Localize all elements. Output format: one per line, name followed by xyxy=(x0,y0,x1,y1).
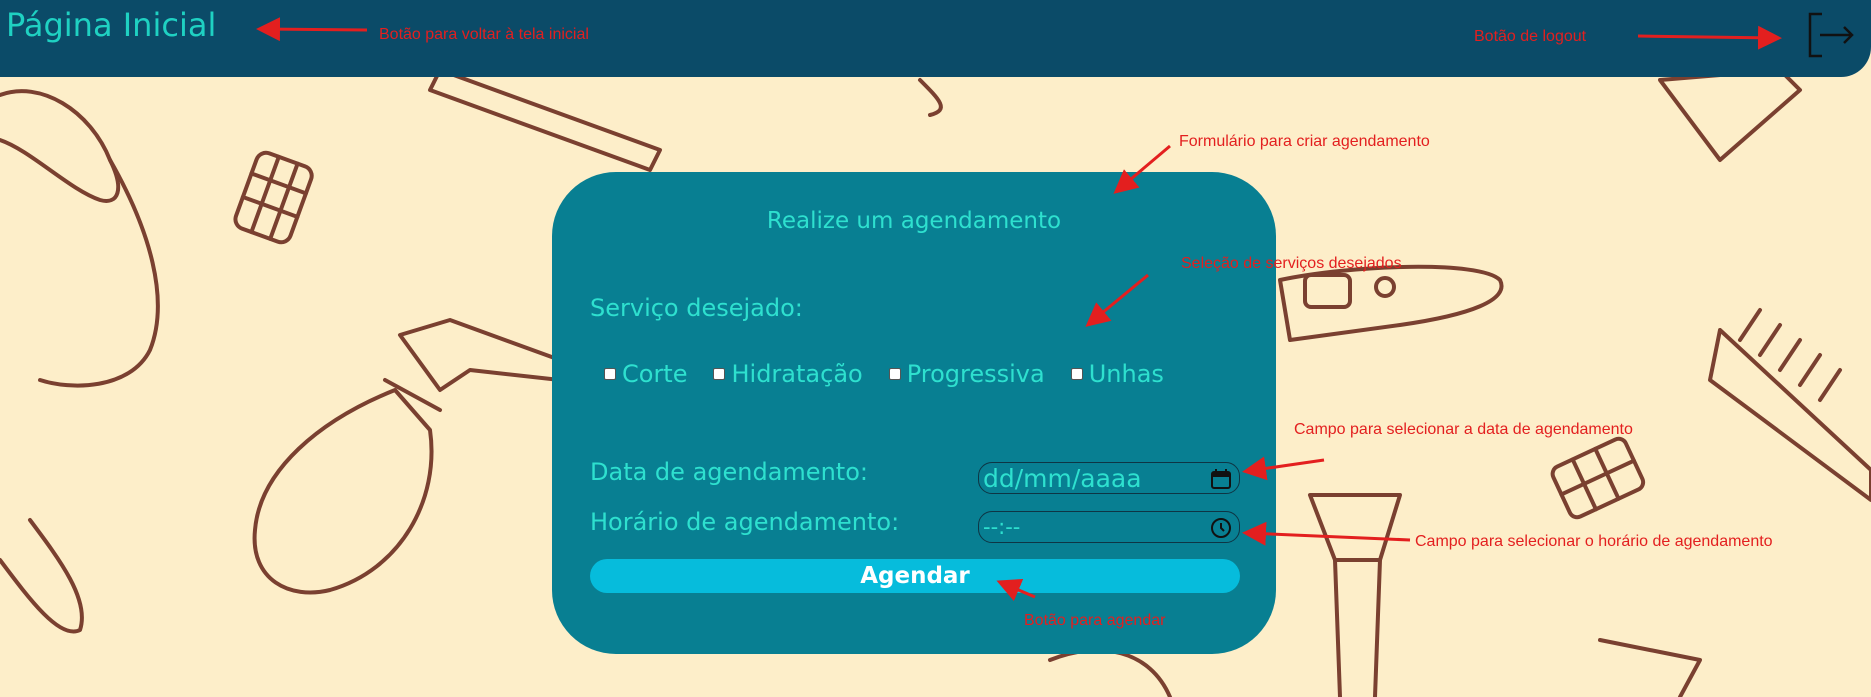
date-label: Data de agendamento: xyxy=(590,458,868,486)
appointment-form: Realize um agendamento Serviço desejado:… xyxy=(552,172,1276,654)
clock-icon[interactable] xyxy=(1209,516,1233,540)
checkbox[interactable] xyxy=(713,368,726,380)
calendar-icon[interactable] xyxy=(1209,467,1233,491)
checkbox[interactable] xyxy=(1070,368,1083,380)
service-option-unhas[interactable]: Unhas xyxy=(1070,360,1164,388)
form-title: Realize um agendamento xyxy=(766,208,1062,234)
time-input[interactable]: --:-- xyxy=(978,511,1240,543)
service-option-label: Unhas xyxy=(1088,360,1164,388)
time-label: Horário de agendamento: xyxy=(590,508,900,536)
service-option-progressiva[interactable]: Progressiva xyxy=(888,360,1045,388)
service-label: Serviço desejado: xyxy=(590,294,803,322)
date-placeholder: dd/mm/aaaa xyxy=(983,463,1142,493)
annotation-date-field: Campo para selecionar a data de agendame… xyxy=(1294,421,1633,438)
annotation-form: Formulário para criar agendamento xyxy=(1179,133,1430,150)
checkbox[interactable] xyxy=(888,368,901,380)
logout-button[interactable] xyxy=(1806,12,1856,58)
service-option-corte[interactable]: Corte xyxy=(604,360,687,388)
schedule-button[interactable]: Agendar xyxy=(590,559,1240,593)
annotation-submit-button: Botão para agendar xyxy=(1024,612,1166,629)
top-navigation-bar: Página Inicial xyxy=(0,0,1871,77)
service-option-label: Hidratação xyxy=(731,360,863,388)
service-options: Corte Hidratação Progressiva Unhas xyxy=(604,360,1190,388)
service-option-hidratacao[interactable]: Hidratação xyxy=(713,360,863,388)
service-option-label: Corte xyxy=(622,360,688,388)
annotation-time-field: Campo para selecionar o horário de agend… xyxy=(1415,533,1773,550)
service-option-label: Progressiva xyxy=(906,360,1045,388)
annotation-logout-button: Botão de logout xyxy=(1474,28,1587,45)
time-placeholder: --:-- xyxy=(983,515,1021,539)
checkbox[interactable] xyxy=(604,368,616,380)
annotation-home-button: Botão para voltar à tela inicial xyxy=(379,26,589,43)
date-input[interactable]: dd/mm/aaaa xyxy=(978,462,1240,494)
annotation-services: Seleção de serviços desejados xyxy=(1181,255,1402,272)
home-link[interactable]: Página Inicial xyxy=(6,6,216,44)
logout-icon xyxy=(1808,12,1854,58)
